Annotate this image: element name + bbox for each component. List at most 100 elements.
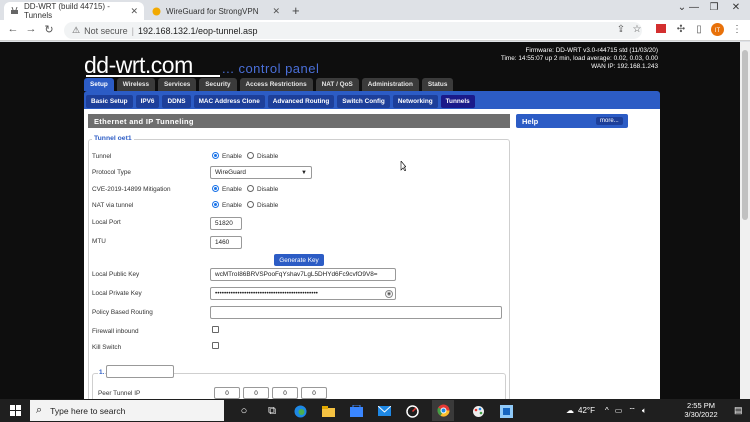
notification-icon[interactable]: ▤ — [734, 405, 743, 416]
forward-arrow-icon[interactable]: → — [24, 23, 38, 35]
nat-disable-text: Disable — [257, 202, 279, 209]
cortana-icon[interactable]: ○ — [236, 403, 252, 419]
extension-red-icon[interactable] — [654, 24, 668, 36]
paint-icon[interactable] — [470, 403, 486, 419]
sub-nav-basic-setup[interactable]: Basic Setup — [86, 95, 133, 108]
task-view-icon[interactable]: ⧉ — [264, 403, 280, 419]
search-placeholder: Type here to search — [50, 405, 126, 416]
firewall-inbound-label: Firewall inbound — [92, 328, 139, 335]
weather-cloud-icon[interactable]: ☁ — [566, 406, 574, 415]
tunnel-disable-text: Disable — [257, 153, 279, 160]
sub-nav-ddns[interactable]: DDNS — [162, 95, 191, 108]
top-nav-access-restrictions[interactable]: Access Restrictions — [239, 78, 313, 91]
battery-icon[interactable]: ▭ — [615, 406, 623, 415]
cve-enable-radio[interactable] — [212, 185, 219, 192]
uptime-info: Time: 14:55:07 up 2 min, load average: 0… — [500, 55, 658, 62]
nat-enable-text: Enable — [222, 202, 242, 209]
share-icon[interactable]: ⇪ — [614, 24, 628, 35]
chrome-icon[interactable] — [432, 400, 454, 421]
local-port-input[interactable]: 51820 — [210, 217, 242, 230]
protocol-select[interactable]: WireGuard ▼ — [210, 166, 312, 179]
chevron-down-icon: ▼ — [301, 169, 307, 176]
top-nav-security[interactable]: Security — [199, 78, 237, 91]
cve-label: CVE-2019-14899 Mitigation — [92, 186, 171, 193]
scrollbar-thumb[interactable] — [742, 50, 748, 220]
address-bar[interactable]: ⚠ Not secure | 192.168.132.1/eop-tunnel.… — [64, 22, 642, 39]
eye-reveal-icon[interactable]: ◉ — [385, 290, 393, 298]
tab-close-icon[interactable]: ✕ — [272, 6, 280, 17]
tab-title: WireGuard for StrongVPN — [166, 6, 259, 16]
top-nav-status[interactable]: Status — [421, 78, 454, 91]
bookmark-star-icon[interactable]: ☆ — [630, 24, 644, 35]
profile-avatar[interactable]: IT — [710, 23, 724, 39]
local-port-label: Local Port — [92, 219, 121, 226]
policy-routing-label: Policy Based Routing — [92, 309, 153, 316]
peer-tunnel-ip-label: Peer Tunnel IP — [98, 390, 141, 397]
mail-icon[interactable] — [376, 403, 392, 419]
sub-nav-tunnels[interactable]: Tunnels — [440, 95, 475, 108]
top-nav: Setup Wireless Services Security Access … — [84, 78, 456, 91]
tunnel-disable-radio[interactable] — [247, 152, 254, 159]
snipping-tool-icon[interactable] — [404, 403, 420, 419]
firmware-version: Firmware: DD-WRT v3.0-r44715 std (11/03/… — [525, 47, 658, 54]
peer-name-input[interactable] — [106, 365, 174, 378]
peer-ip-octet-2[interactable]: 0 — [243, 387, 269, 399]
file-explorer-icon[interactable] — [320, 403, 336, 419]
help-more-link[interactable]: more... — [596, 117, 623, 125]
sub-nav-switch-config[interactable]: Switch Config — [337, 95, 390, 108]
close-window-button[interactable]: ✕ — [722, 2, 750, 13]
sub-nav-mac-address-clone[interactable]: MAC Address Clone — [193, 95, 265, 108]
sub-nav-advanced-routing[interactable]: Advanced Routing — [267, 95, 335, 108]
taskbar-clock[interactable]: 2:55 PM 3/30/2022 — [676, 401, 726, 419]
peer-number: 1. — [98, 369, 106, 376]
reload-icon[interactable]: ↻ — [42, 23, 56, 36]
private-key-input[interactable]: ••••••••••••••••••••••••••••••••••••••••… — [210, 287, 396, 300]
control-panel-tagline: ... control panel — [222, 61, 320, 76]
network-icon[interactable]: ⌔ — [628, 406, 636, 416]
mtu-input[interactable]: 1460 — [210, 236, 242, 249]
nat-disable-radio[interactable] — [247, 201, 254, 208]
top-nav-wireless[interactable]: Wireless — [116, 78, 155, 91]
strongvpn-favicon-icon — [152, 7, 161, 16]
public-key-input[interactable]: wcMTroI86BRVSPooFqYshav7LgL5DHYd6Fc9cvfO… — [210, 268, 396, 281]
wan-ip: WAN IP: 192.168.1.243 — [591, 63, 658, 70]
sidebar-icon[interactable]: ▯ — [692, 24, 706, 35]
edge-icon[interactable] — [292, 403, 308, 419]
tab-close-icon[interactable]: ✕ — [130, 6, 138, 17]
kill-switch-checkbox[interactable] — [212, 342, 219, 349]
peer-ip-octet-4[interactable]: 0 — [301, 387, 327, 399]
sub-nav-ipv6[interactable]: IPV6 — [135, 95, 160, 108]
store-icon[interactable] — [348, 403, 364, 419]
protocol-label: Protocol Type — [92, 169, 131, 176]
firewall-inbound-checkbox[interactable] — [212, 326, 219, 333]
top-nav-services[interactable]: Services — [158, 78, 197, 91]
back-arrow-icon[interactable]: ← — [6, 23, 20, 35]
tab-ddwrt[interactable]: DD-WRT (build 44715) - Tunnels ✕ — [4, 2, 144, 20]
top-nav-setup[interactable]: Setup — [84, 78, 114, 91]
weather-temp[interactable]: 42°F — [578, 406, 595, 415]
peer-ip-octet-3[interactable]: 0 — [272, 387, 298, 399]
top-nav-administration[interactable]: Administration — [361, 78, 419, 91]
taskbar-search[interactable]: ⌕ Type here to search — [30, 400, 224, 421]
top-nav-nat-qos[interactable]: NAT / QoS — [315, 78, 359, 91]
tab-wireguard-strongvpn[interactable]: WireGuard for StrongVPN ✕ — [146, 2, 286, 20]
generate-key-button[interactable]: Generate Key — [274, 254, 324, 266]
sub-nav-networking[interactable]: Networking — [392, 95, 438, 108]
help-title: Help — [522, 116, 539, 126]
mouse-cursor-icon — [400, 161, 406, 171]
tunnel-enable-text: Enable — [222, 153, 242, 160]
tunnel-label: Tunnel — [92, 153, 112, 160]
app-blue-icon[interactable] — [498, 403, 514, 419]
policy-routing-input[interactable] — [210, 306, 502, 319]
peer-ip-octet-1[interactable]: 0 — [214, 387, 240, 399]
cve-disable-radio[interactable] — [247, 185, 254, 192]
new-tab-button[interactable]: + — [292, 3, 300, 18]
chevron-up-icon[interactable]: ^ — [605, 406, 609, 415]
nat-enable-radio[interactable] — [212, 201, 219, 208]
kebab-menu-icon[interactable]: ⋮ — [730, 24, 744, 35]
puzzle-extensions-icon[interactable]: ✣ — [674, 24, 688, 35]
windows-start-icon[interactable] — [10, 405, 21, 416]
volume-icon[interactable]: 🔈︎ — [642, 406, 647, 416]
cve-enable-text: Enable — [222, 186, 242, 193]
tunnel-enable-radio[interactable] — [212, 152, 219, 159]
